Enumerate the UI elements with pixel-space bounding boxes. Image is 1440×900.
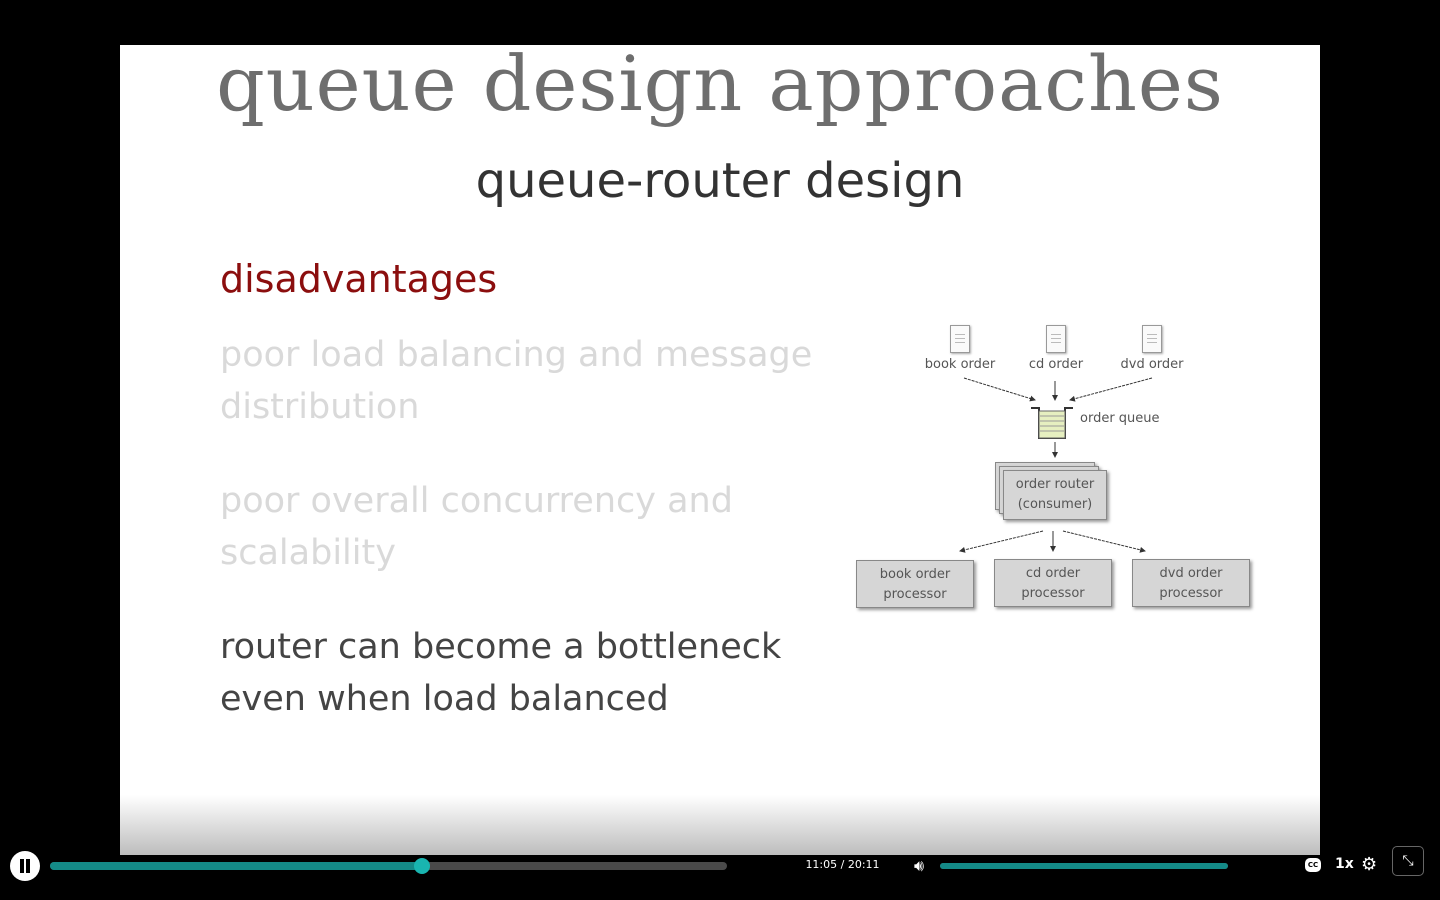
captions-icon[interactable]: CC [1305,858,1321,872]
input-label: book order [924,357,996,372]
processor-box: cd order processor [994,559,1112,607]
input-label: cd order [1028,357,1084,372]
seek-progress [50,862,422,870]
player-controls: 11:05 / 20:11 🔊︎ CC 1x ⚙ ⤡ [0,846,1440,886]
slide-title: queue design approaches [216,45,1224,128]
volume-level [940,863,1228,869]
volume-icon[interactable]: 🔊︎ [914,856,924,876]
processor-box: dvd order processor [1132,559,1250,607]
processor-label: processor [1159,586,1223,601]
seek-handle[interactable] [413,858,430,874]
seek-bar[interactable] [50,858,727,874]
pause-button[interactable] [10,851,40,881]
gear-icon[interactable]: ⚙ [1361,854,1377,875]
processor-box: book order processor [856,560,974,608]
exit-fullscreen-icon: ⤡ [1402,853,1414,869]
processor-label: cd order [1025,566,1081,581]
order-router-box: order router (consumer) [1003,470,1107,520]
queue-label: order queue [1080,411,1160,426]
processor-label: processor [883,587,947,602]
processor-label: processor [1021,586,1085,601]
document-icon [950,325,970,353]
playback-speed-button[interactable]: 1x [1335,856,1354,872]
slide-heading: disadvantages [220,257,498,301]
slide-subtitle: queue-router design [475,153,965,209]
document-icon [1142,325,1162,353]
router-sublabel: (consumer) [1017,497,1093,512]
bullet-point: poor overall concurrency and scalability [220,481,733,573]
exit-fullscreen-button[interactable]: ⤡ [1392,846,1424,876]
bullet-point: router can become a bottleneck even when… [220,627,782,719]
queue-router-diagram: book order cd order dvd order order queu… [850,315,1270,645]
time-display: 11:05 / 20:11 [805,858,880,871]
volume-slider[interactable] [940,863,1228,869]
video-frame: queue design approaches queue-router des… [120,45,1320,855]
bullet-point: poor load balancing and message distribu… [220,335,813,427]
document-icon [1046,325,1066,353]
processor-label: book order [879,567,951,582]
input-label: dvd order [1120,357,1184,372]
router-label: order router [1015,477,1095,492]
processor-label: dvd order [1159,566,1223,581]
